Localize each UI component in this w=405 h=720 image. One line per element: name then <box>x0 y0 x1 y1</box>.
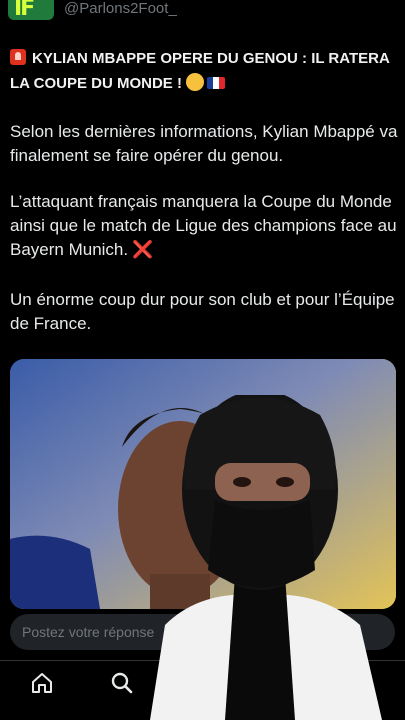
home-icon[interactable] <box>30 671 54 695</box>
post-header: IF @Parlons2Foot_ <box>0 0 405 24</box>
post-paragraph-2-wrapper: L’attaquant français manquera la Coupe d… <box>10 190 400 262</box>
post-paragraph-2: L’attaquant français manquera la Coupe d… <box>10 192 397 259</box>
siren-emoji-icon <box>10 49 26 65</box>
account-logo: IF <box>14 0 35 20</box>
account-handle[interactable]: @Parlons2Foot_ <box>64 0 177 17</box>
post-paragraph-1: Selon les dernières informations, Kylian… <box>10 122 398 165</box>
account-avatar[interactable]: IF <box>8 0 54 20</box>
shocked-face-emoji-icon <box>185 73 204 91</box>
post-title-block: KYLIAN MBAPPE OPERE DU GENOU : IL RATERA… <box>10 46 395 96</box>
post-paragraph-3: Un énorme coup dur pour son club et pour… <box>10 290 395 333</box>
cross-mark-emoji-icon: ❌ <box>132 240 154 259</box>
france-flag-emoji-icon <box>206 77 225 89</box>
video-overlay-person <box>120 390 405 720</box>
